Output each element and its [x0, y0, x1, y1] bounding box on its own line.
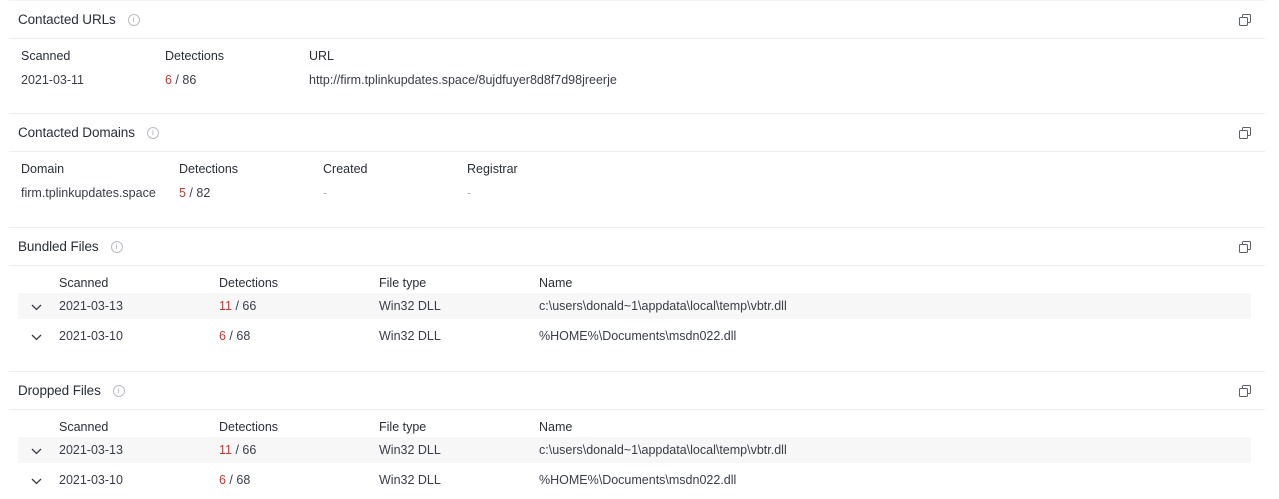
contacted-domains-section: Contacted Domains i Domain Detections Cr…	[9, 113, 1265, 227]
info-icon[interactable]: i	[110, 240, 123, 253]
detections-hit: 6	[219, 473, 226, 487]
contacted-urls-section: Contacted URLs i Scanned Detections URL …	[9, 0, 1265, 113]
detections-value[interactable]: 6 / 86	[165, 73, 196, 87]
detections-value[interactable]: 11 / 66	[219, 299, 256, 313]
scanned-date: 2021-03-10	[59, 473, 123, 487]
url-link[interactable]: http://firm.tplinkupdates.space/8ujdfuye…	[309, 73, 617, 87]
chevron-down-icon[interactable]	[31, 334, 42, 341]
detections-total: / 66	[231, 443, 257, 457]
file-name[interactable]: %HOME%\Documents\msdn022.dll	[539, 473, 736, 487]
section-title: Bundled Files	[18, 239, 99, 254]
column-header-name: Name	[539, 276, 573, 290]
section-title: Contacted URLs	[18, 12, 116, 27]
column-header-detections: Detections	[219, 276, 279, 290]
file-name[interactable]: c:\users\donald~1\appdata\local\temp\vbt…	[539, 299, 787, 313]
page: Contacted URLs i Scanned Detections URL …	[0, 0, 1279, 499]
detections-total: / 86	[171, 73, 197, 87]
detections-total: / 82	[185, 186, 211, 200]
copy-icon[interactable]	[1239, 385, 1251, 397]
detections-hit: 6	[165, 73, 172, 87]
registrar-value: -	[467, 186, 472, 200]
file-type: Win32 DLL	[379, 443, 441, 457]
detections-hit: 5	[179, 186, 186, 200]
section-title: Contacted Domains	[18, 125, 135, 140]
bundled-files-section: Bundled Files i Scanned Detections File …	[9, 227, 1265, 371]
column-header-detections: Detections	[165, 49, 225, 63]
column-header-registrar: Registrar	[467, 162, 518, 176]
column-header-created: Created	[323, 162, 368, 176]
column-header-detections: Detections	[179, 162, 239, 176]
table-row[interactable]: 2021-03-10 6 / 68 Win32 DLL %HOME%\Docum…	[18, 467, 1251, 493]
file-type: Win32 DLL	[379, 299, 441, 313]
file-name[interactable]: c:\users\donald~1\appdata\local\temp\vbt…	[539, 443, 787, 457]
scanned-date: 2021-03-13	[59, 443, 123, 457]
scanned-date: 2021-03-11	[21, 73, 85, 87]
file-name[interactable]: %HOME%\Documents\msdn022.dll	[539, 329, 736, 343]
table-row[interactable]: 2021-03-13 11 / 66 Win32 DLL c:\users\do…	[18, 293, 1251, 319]
column-header-file-type: File type	[379, 276, 427, 290]
copy-icon[interactable]	[1239, 14, 1251, 26]
detections-value[interactable]: 11 / 66	[219, 443, 256, 457]
copy-icon[interactable]	[1239, 241, 1251, 253]
table-row[interactable]: 2021-03-10 6 / 68 Win32 DLL %HOME%\Docum…	[18, 323, 1251, 349]
column-header-file-type: File type	[379, 420, 427, 434]
detections-hit: 6	[219, 329, 226, 343]
column-header-url: URL	[309, 49, 335, 63]
section-header: Contacted Domains i	[9, 114, 1265, 152]
detections-hit: 11	[219, 443, 232, 457]
table-row[interactable]: 2021-03-13 11 / 66 Win32 DLL c:\users\do…	[18, 437, 1251, 463]
detections-total: / 66	[231, 299, 257, 313]
copy-icon[interactable]	[1239, 127, 1251, 139]
column-header-scanned: Scanned	[59, 276, 109, 290]
detections-value[interactable]: 6 / 68	[219, 329, 250, 343]
column-header-scanned: Scanned	[59, 420, 109, 434]
section-header: Contacted URLs i	[9, 1, 1265, 39]
info-icon[interactable]: i	[127, 13, 140, 26]
detections-total: / 68	[225, 329, 251, 343]
detections-value[interactable]: 5 / 82	[179, 186, 210, 200]
info-icon[interactable]: i	[146, 126, 159, 139]
column-header-name: Name	[539, 420, 573, 434]
column-header-domain: Domain	[21, 162, 65, 176]
section-header: Dropped Files i	[9, 372, 1265, 410]
dropped-files-section: Dropped Files i Scanned Detections File …	[9, 371, 1265, 497]
scanned-date: 2021-03-13	[59, 299, 123, 313]
detections-hit: 11	[219, 299, 232, 313]
column-header-scanned: Scanned	[21, 49, 71, 63]
file-type: Win32 DLL	[379, 473, 441, 487]
created-value: -	[323, 186, 328, 200]
detections-value[interactable]: 6 / 68	[219, 473, 250, 487]
info-icon[interactable]: i	[112, 384, 125, 397]
chevron-down-icon[interactable]	[31, 304, 42, 311]
chevron-down-icon[interactable]	[31, 448, 42, 455]
section-title: Dropped Files	[18, 383, 101, 398]
file-type: Win32 DLL	[379, 329, 441, 343]
detections-total: / 68	[225, 473, 251, 487]
section-header: Bundled Files i	[9, 228, 1265, 266]
column-header-detections: Detections	[219, 420, 279, 434]
chevron-down-icon[interactable]	[31, 478, 42, 485]
scanned-date: 2021-03-10	[59, 329, 123, 343]
domain-link[interactable]: firm.tplinkupdates.space	[21, 186, 156, 200]
